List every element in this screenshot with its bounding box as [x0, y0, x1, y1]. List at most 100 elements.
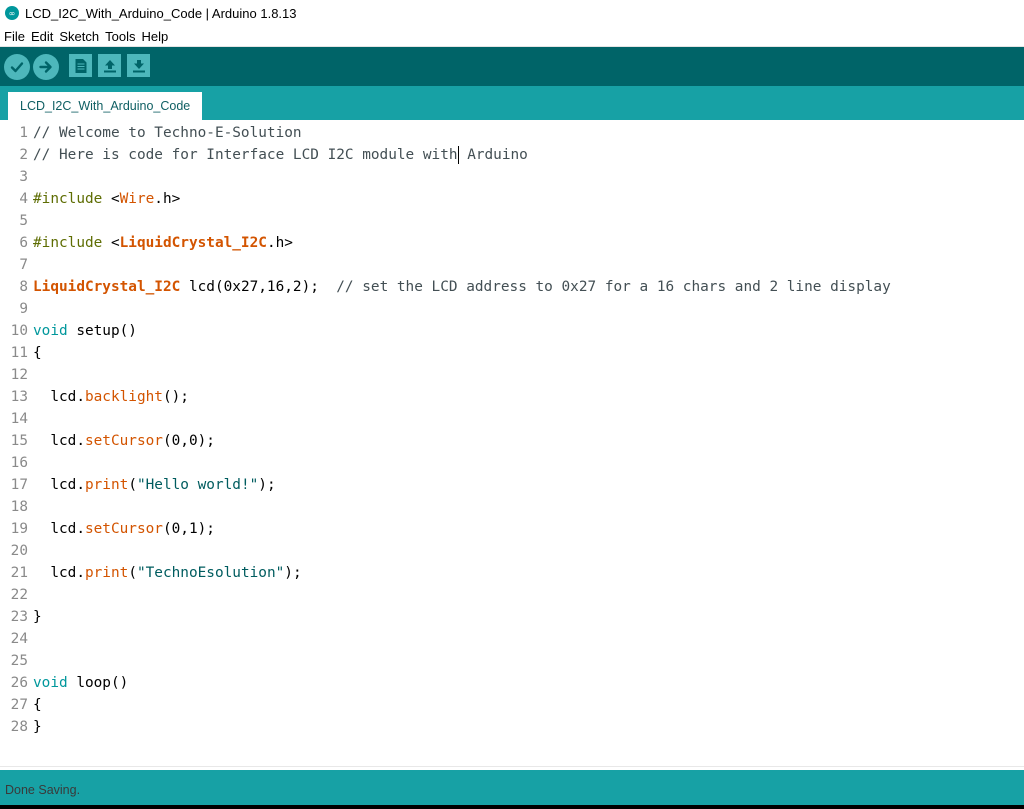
- arduino-logo-icon: ∞: [5, 6, 19, 20]
- code-token-libbold: LiquidCrystal_I2C: [119, 235, 267, 251]
- code-text: #include <LiquidCrystal_I2C.h>: [33, 232, 293, 254]
- code-line[interactable]: 26 void loop(): [0, 672, 1024, 694]
- code-text: lcd.setCursor(0,0);: [33, 430, 215, 452]
- line-number: 23: [10, 609, 28, 625]
- code-text: }: [33, 716, 42, 738]
- code-token-plain: lcd.: [33, 521, 85, 537]
- line-number: 15: [10, 433, 28, 449]
- code-line[interactable]: 11 {: [0, 342, 1024, 364]
- code-line[interactable]: 14: [0, 408, 1024, 430]
- code-text: lcd.print("TechnoEsolution");: [33, 562, 301, 584]
- code-token-plain: (0,0);: [162, 433, 215, 449]
- code-text: {: [33, 694, 42, 716]
- line-number: 10: [10, 323, 28, 339]
- code-token-plain: lcd.: [33, 433, 85, 449]
- code-token-plain: setup(): [67, 323, 137, 339]
- code-token-plain: ();: [162, 389, 189, 405]
- line-number: 9: [19, 301, 28, 317]
- line-number: 6: [19, 235, 28, 251]
- code-token-fn: print: [84, 477, 129, 493]
- line-number: 19: [10, 521, 28, 537]
- line-number: 28: [10, 719, 28, 735]
- menu-edit[interactable]: Edit: [30, 29, 54, 44]
- code-text: lcd.backlight();: [33, 386, 189, 408]
- code-line[interactable]: 18: [0, 496, 1024, 518]
- code-line[interactable]: 22: [0, 584, 1024, 606]
- menu-tools[interactable]: Tools: [104, 29, 136, 44]
- code-line[interactable]: 10 void setup(): [0, 320, 1024, 342]
- line-number: 26: [10, 675, 28, 691]
- code-token-plain: lcd(0x27,16,2);: [180, 279, 337, 295]
- upload-button[interactable]: [33, 54, 59, 80]
- code-token-fn: backlight: [84, 389, 163, 405]
- code-line[interactable]: 17 lcd.print("Hello world!");: [0, 474, 1024, 496]
- menu-help[interactable]: Help: [140, 29, 169, 44]
- code-token-pre: #include: [33, 191, 103, 207]
- line-number: 12: [10, 367, 28, 383]
- code-line[interactable]: 13 lcd.backlight();: [0, 386, 1024, 408]
- tab-strip: LCD_I2C_With_Arduino_Code: [0, 86, 1024, 120]
- code-line[interactable]: 4 #include <Wire.h>: [0, 188, 1024, 210]
- new-icon: [75, 58, 86, 73]
- code-token-plain: lcd.: [33, 389, 85, 405]
- code-line[interactable]: 23}: [0, 606, 1024, 628]
- code-line[interactable]: 9: [0, 298, 1024, 320]
- code-line[interactable]: 15 lcd.setCursor(0,0);: [0, 430, 1024, 452]
- code-line[interactable]: 19 lcd.setCursor(0,1);: [0, 518, 1024, 540]
- code-token-comment: // Welcome to Techno-E-Solution: [33, 125, 302, 141]
- code-text: #include <Wire.h>: [33, 188, 180, 210]
- line-number: 24: [10, 631, 28, 647]
- code-token-libbold: LiquidCrystal_I2C: [33, 279, 181, 295]
- code-line[interactable]: 2 // Here is code for Interface LCD I2C m…: [0, 144, 1024, 166]
- code-token-plain: loop(): [67, 675, 129, 691]
- code-token-plain: <: [102, 191, 120, 207]
- window-bottom-edge: [0, 805, 1024, 809]
- code-line[interactable]: 5: [0, 210, 1024, 232]
- open-sketch-button[interactable]: [98, 54, 121, 77]
- line-number: 22: [10, 587, 28, 603]
- code-text: }: [33, 606, 42, 628]
- code-line[interactable]: 21 lcd.print("TechnoEsolution");: [0, 562, 1024, 584]
- code-line[interactable]: 20: [0, 540, 1024, 562]
- menu-bar: File Edit Sketch Tools Help: [0, 26, 1024, 47]
- code-line[interactable]: 3: [0, 166, 1024, 188]
- save-sketch-button[interactable]: [127, 54, 150, 77]
- line-number: 3: [19, 169, 28, 185]
- verify-button[interactable]: [4, 54, 30, 80]
- code-line[interactable]: 12: [0, 364, 1024, 386]
- code-line[interactable]: 16: [0, 452, 1024, 474]
- code-text: // Here is code for Interface LCD I2C mo…: [33, 144, 528, 166]
- code-line[interactable]: 24: [0, 628, 1024, 650]
- code-token-plain: <: [102, 235, 120, 251]
- code-line[interactable]: 8 LiquidCrystal_I2C lcd(0x27,16,2); // se…: [0, 276, 1024, 298]
- line-number: 14: [10, 411, 28, 427]
- line-number: 13: [10, 389, 28, 405]
- status-bar: Done Saving.: [0, 770, 1024, 805]
- code-editor[interactable]: 1 // Welcome to Techno-E-Solution 2 // Here…: [0, 120, 1024, 766]
- tab-sketch[interactable]: LCD_I2C_With_Arduino_Code: [8, 92, 203, 120]
- code-line[interactable]: 27 {: [0, 694, 1024, 716]
- line-number: 2: [19, 147, 28, 163]
- code-token-plain: }: [33, 719, 42, 735]
- code-line[interactable]: 25: [0, 650, 1024, 672]
- code-token-plain: .h>: [266, 235, 293, 251]
- line-number: 21: [10, 565, 28, 581]
- code-line[interactable]: 1 // Welcome to Techno-E-Solution: [0, 122, 1024, 144]
- code-token-plain: (0,1);: [162, 521, 215, 537]
- line-number: 18: [10, 499, 28, 515]
- line-number: 1: [19, 125, 28, 141]
- code-token-kw: void: [33, 675, 68, 691]
- new-sketch-button[interactable]: [69, 54, 92, 77]
- code-token-lib: Wire: [119, 191, 155, 207]
- status-message: Done Saving.: [5, 782, 81, 797]
- open-icon: [103, 59, 116, 72]
- line-number: 16: [10, 455, 28, 471]
- menu-file[interactable]: File: [3, 29, 26, 44]
- code-line[interactable]: 7: [0, 254, 1024, 276]
- window-title: LCD_I2C_With_Arduino_Code | Arduino 1.8.…: [25, 5, 297, 21]
- code-token-comment: // Here is code for Interface LCD I2C mo…: [33, 147, 458, 163]
- line-number: 25: [10, 653, 28, 669]
- code-line[interactable]: 28}: [0, 716, 1024, 738]
- menu-sketch[interactable]: Sketch: [58, 29, 100, 44]
- code-line[interactable]: 6 #include <LiquidCrystal_I2C.h>: [0, 232, 1024, 254]
